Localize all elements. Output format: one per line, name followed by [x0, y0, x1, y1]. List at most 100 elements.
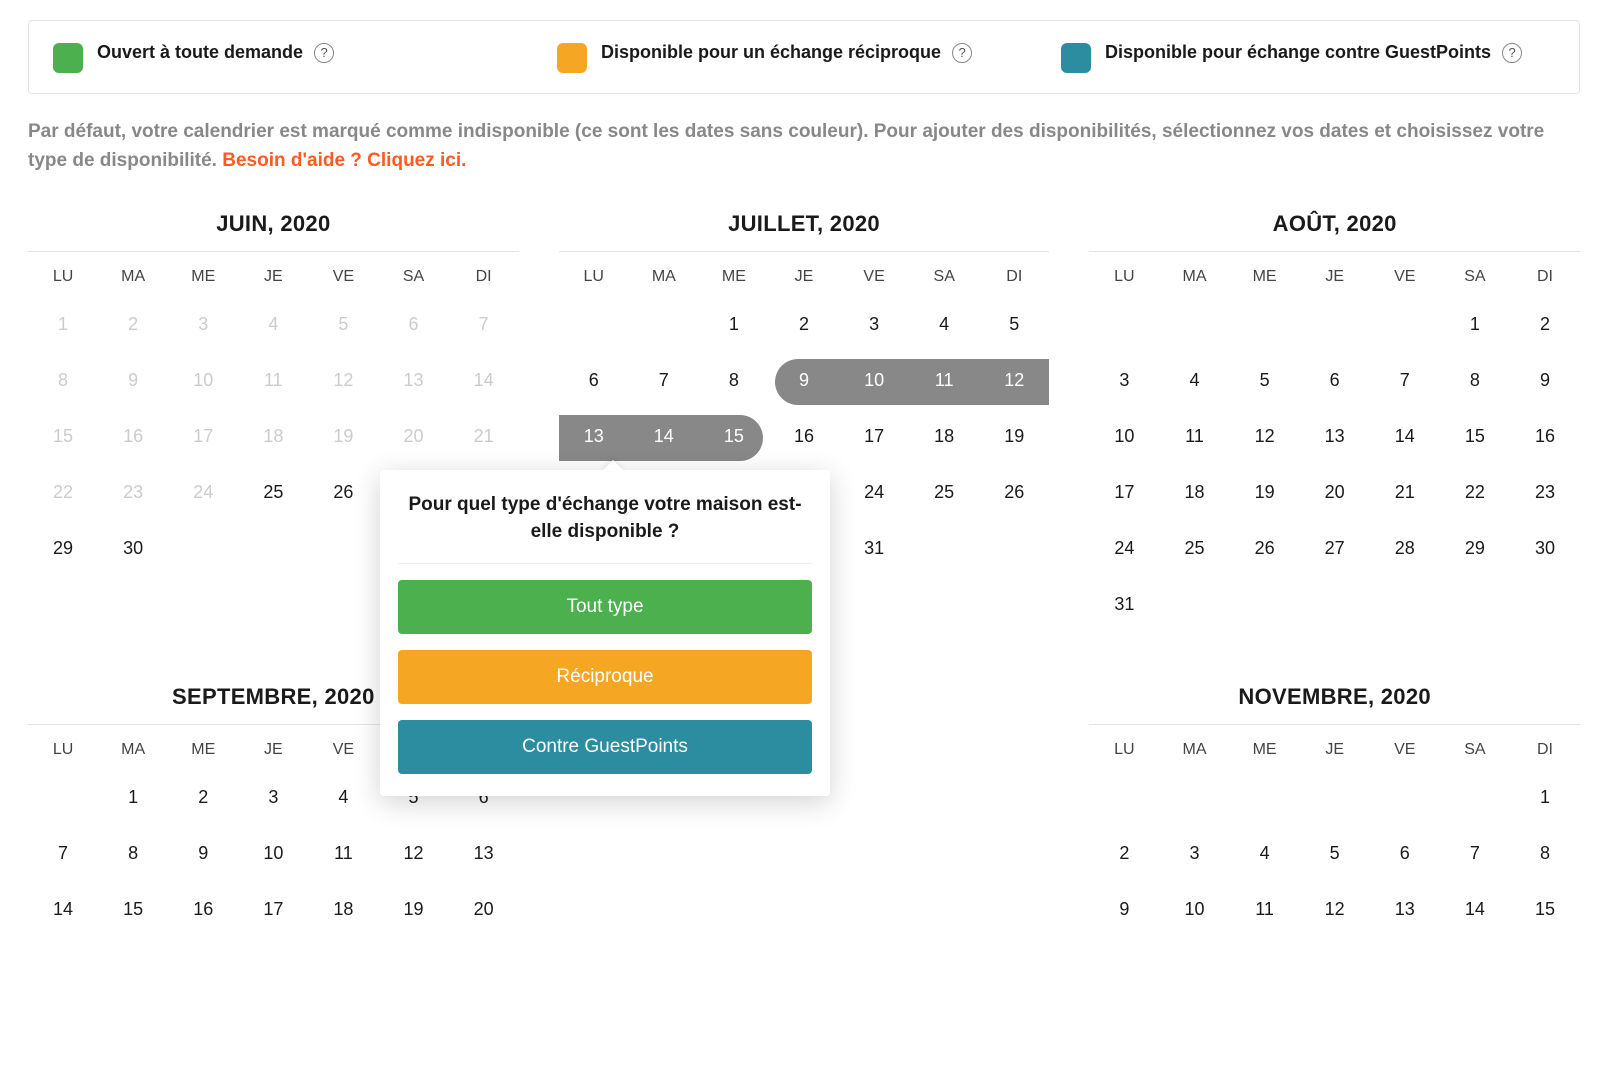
calendar-day[interactable]: 11: [308, 825, 378, 881]
calendar-day[interactable]: 5: [308, 296, 378, 352]
calendar-day[interactable]: 6: [1300, 352, 1370, 408]
calendar-day[interactable]: 4: [1230, 825, 1300, 881]
calendar-day[interactable]: 4: [238, 296, 308, 352]
calendar-day[interactable]: 4: [1159, 352, 1229, 408]
calendar-day[interactable]: 3: [168, 296, 238, 352]
calendar-day[interactable]: 15: [1510, 881, 1580, 937]
calendar-day[interactable]: 3: [839, 296, 909, 352]
calendar-day[interactable]: 8: [699, 352, 769, 408]
calendar-day[interactable]: 7: [1440, 825, 1510, 881]
calendar-day[interactable]: 5: [1300, 825, 1370, 881]
calendar-day[interactable]: 24: [1089, 520, 1159, 576]
calendar-day[interactable]: 11: [238, 352, 308, 408]
calendar-day[interactable]: 8: [1510, 825, 1580, 881]
calendar-day[interactable]: 16: [1510, 408, 1580, 464]
calendar-day[interactable]: 13: [449, 825, 519, 881]
calendar-day[interactable]: 21: [1370, 464, 1440, 520]
calendar-day[interactable]: 13: [559, 408, 629, 464]
calendar-day[interactable]: 12: [378, 825, 448, 881]
calendar-day[interactable]: 12: [1300, 881, 1370, 937]
calendar-day[interactable]: 16: [769, 408, 839, 464]
calendar-day[interactable]: 22: [1440, 464, 1510, 520]
calendar-day[interactable]: 15: [1440, 408, 1510, 464]
calendar-day[interactable]: 8: [98, 825, 168, 881]
calendar-day[interactable]: 6: [1370, 825, 1440, 881]
calendar-day[interactable]: 14: [28, 881, 98, 937]
calendar-day[interactable]: 10: [1089, 408, 1159, 464]
calendar-day[interactable]: 12: [308, 352, 378, 408]
calendar-day[interactable]: 2: [1089, 825, 1159, 881]
calendar-day[interactable]: 23: [98, 464, 168, 520]
btn-reciprocal[interactable]: Réciproque: [398, 650, 812, 704]
calendar-day[interactable]: 30: [98, 520, 168, 576]
calendar-day[interactable]: 1: [98, 769, 168, 825]
calendar-day[interactable]: 2: [168, 769, 238, 825]
calendar-day[interactable]: 6: [559, 352, 629, 408]
calendar-day[interactable]: 12: [1230, 408, 1300, 464]
calendar-day[interactable]: 19: [1230, 464, 1300, 520]
calendar-day[interactable]: 26: [1230, 520, 1300, 576]
calendar-day[interactable]: 26: [979, 464, 1049, 520]
calendar-day[interactable]: 10: [168, 352, 238, 408]
calendar-day[interactable]: 9: [1089, 881, 1159, 937]
calendar-day[interactable]: 15: [699, 408, 769, 464]
calendar-day[interactable]: 25: [238, 464, 308, 520]
calendar-day[interactable]: 26: [308, 464, 378, 520]
calendar-day[interactable]: 18: [308, 881, 378, 937]
calendar-day[interactable]: 18: [909, 408, 979, 464]
calendar-day[interactable]: 31: [839, 520, 909, 576]
calendar-day[interactable]: 23: [1510, 464, 1580, 520]
calendar-day[interactable]: 18: [238, 408, 308, 464]
calendar-day[interactable]: 9: [1510, 352, 1580, 408]
calendar-day[interactable]: 2: [1510, 296, 1580, 352]
calendar-day[interactable]: 20: [378, 408, 448, 464]
calendar-day[interactable]: 17: [238, 881, 308, 937]
calendar-day[interactable]: 19: [308, 408, 378, 464]
calendar-day[interactable]: 17: [1089, 464, 1159, 520]
calendar-day[interactable]: 11: [909, 352, 979, 408]
calendar-day[interactable]: 13: [1370, 881, 1440, 937]
calendar-day[interactable]: 21: [449, 408, 519, 464]
calendar-day[interactable]: 17: [839, 408, 909, 464]
calendar-day[interactable]: 8: [28, 352, 98, 408]
btn-guestpoints[interactable]: Contre GuestPoints: [398, 720, 812, 774]
calendar-day[interactable]: 1: [1510, 769, 1580, 825]
calendar-day[interactable]: 4: [308, 769, 378, 825]
calendar-day[interactable]: 12: [979, 352, 1049, 408]
calendar-day[interactable]: 30: [1510, 520, 1580, 576]
calendar-day[interactable]: 20: [1300, 464, 1370, 520]
calendar-day[interactable]: 19: [979, 408, 1049, 464]
calendar-day[interactable]: 14: [629, 408, 699, 464]
calendar-day[interactable]: 16: [98, 408, 168, 464]
calendar-day[interactable]: 2: [98, 296, 168, 352]
calendar-day[interactable]: 7: [28, 825, 98, 881]
btn-all-types[interactable]: Tout type: [398, 580, 812, 634]
calendar-day[interactable]: 29: [28, 520, 98, 576]
calendar-day[interactable]: 31: [1089, 576, 1159, 632]
calendar-day[interactable]: 13: [1300, 408, 1370, 464]
calendar-day[interactable]: 7: [1370, 352, 1440, 408]
calendar-day[interactable]: 10: [839, 352, 909, 408]
calendar-day[interactable]: 16: [168, 881, 238, 937]
calendar-day[interactable]: 5: [979, 296, 1049, 352]
calendar-day[interactable]: 2: [769, 296, 839, 352]
calendar-day[interactable]: 20: [449, 881, 519, 937]
calendar-day[interactable]: 28: [1370, 520, 1440, 576]
calendar-day[interactable]: 24: [168, 464, 238, 520]
calendar-day[interactable]: 27: [1300, 520, 1370, 576]
calendar-day[interactable]: 9: [168, 825, 238, 881]
calendar-day[interactable]: 1: [1440, 296, 1510, 352]
calendar-day[interactable]: 8: [1440, 352, 1510, 408]
calendar-day[interactable]: 4: [909, 296, 979, 352]
calendar-day[interactable]: 11: [1159, 408, 1229, 464]
calendar-day[interactable]: 17: [168, 408, 238, 464]
calendar-day[interactable]: 1: [699, 296, 769, 352]
calendar-day[interactable]: 6: [378, 296, 448, 352]
calendar-day[interactable]: 3: [1159, 825, 1229, 881]
calendar-day[interactable]: 11: [1230, 881, 1300, 937]
help-link[interactable]: Besoin d'aide ? Cliquez ici.: [222, 150, 466, 171]
calendar-day[interactable]: 5: [1230, 352, 1300, 408]
calendar-day[interactable]: 10: [238, 825, 308, 881]
calendar-day[interactable]: 22: [28, 464, 98, 520]
calendar-day[interactable]: 7: [449, 296, 519, 352]
